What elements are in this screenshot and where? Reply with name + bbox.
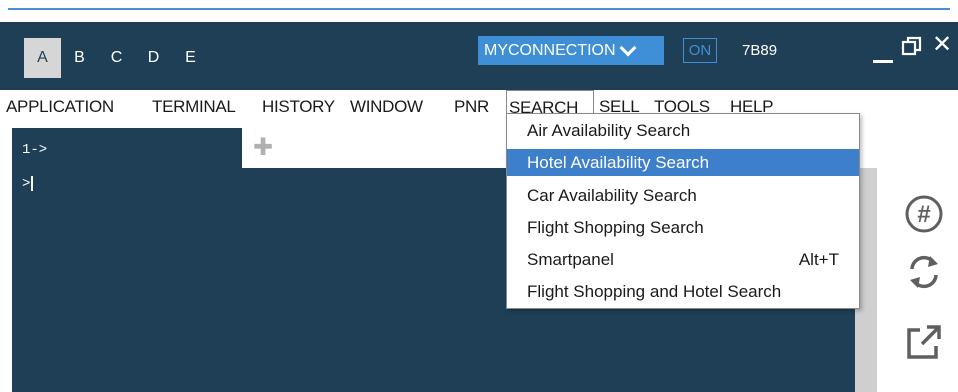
menu-option-label: Car Availability Search [527,185,697,205]
search-menu-dropdown: Air Availability Search Hotel Availabili… [506,113,860,309]
menu-option-label: Smartpanel [527,249,614,269]
menu-option-label: Hotel Availability Search [527,152,710,172]
terminal-prompt: > [22,176,34,193]
svg-text:#: # [917,201,930,228]
menu-option-flight-and-hotel[interactable]: Flight Shopping and Hotel Search [507,278,859,305]
menu-option-label: Flight Shopping and Hotel Search [527,281,782,301]
menu-pnr[interactable]: PNR [452,90,491,124]
workspace-tab-c[interactable]: C [98,38,135,78]
workspace-tab-a[interactable]: A [24,38,61,78]
workspace-tab-e[interactable]: E [172,38,209,78]
workspace-tabs: A B C D E [24,38,209,78]
hash-icon[interactable]: # [900,190,948,238]
workspace-tab-b[interactable]: B [61,38,98,78]
top-accent-line [8,8,950,10]
menu-option-label: Air Availability Search [527,120,691,140]
chevron-down-icon [619,39,637,56]
menu-option-car-availability[interactable]: Car Availability Search [507,182,859,209]
popout-icon[interactable] [900,318,948,366]
top-strip [0,0,958,22]
menu-option-shortcut: Alt+T [798,249,839,269]
title-bar: A B C D E MYCONNECTION ON 7B89 ✕ [0,22,958,90]
menu-option-flight-shopping[interactable]: Flight Shopping Search [507,214,859,241]
menu-option-hotel-availability[interactable]: Hotel Availability Search [507,149,859,176]
restore-icon[interactable] [901,35,923,57]
menu-window[interactable]: WINDOW [348,90,425,124]
menu-option-smartpanel[interactable]: Smartpanel Alt+T [507,246,859,273]
terminal-tab-label: 1-> [22,142,48,158]
minimize-icon[interactable] [873,60,893,63]
pcc-code: 7B89 [742,42,778,59]
add-tab-icon[interactable]: ✚ [253,136,273,160]
connection-dropdown[interactable]: MYCONNECTION [478,36,664,65]
workspace-tab-d[interactable]: D [135,38,172,78]
close-icon[interactable]: ✕ [932,33,952,57]
menu-application[interactable]: APPLICATION [4,90,116,124]
prompt-symbol: > [22,176,31,193]
connection-label: MYCONNECTION [484,41,616,59]
text-cursor [31,176,34,191]
connection-status-badge[interactable]: ON [683,38,717,63]
menu-terminal[interactable]: TERMINAL [150,90,238,124]
menu-option-label: Flight Shopping Search [527,217,704,237]
menu-option-air-availability[interactable]: Air Availability Search [507,117,859,144]
terminal-tab[interactable]: 1-> [12,128,242,168]
menu-history[interactable]: HISTORY [260,90,337,124]
refresh-icon[interactable] [900,248,948,296]
